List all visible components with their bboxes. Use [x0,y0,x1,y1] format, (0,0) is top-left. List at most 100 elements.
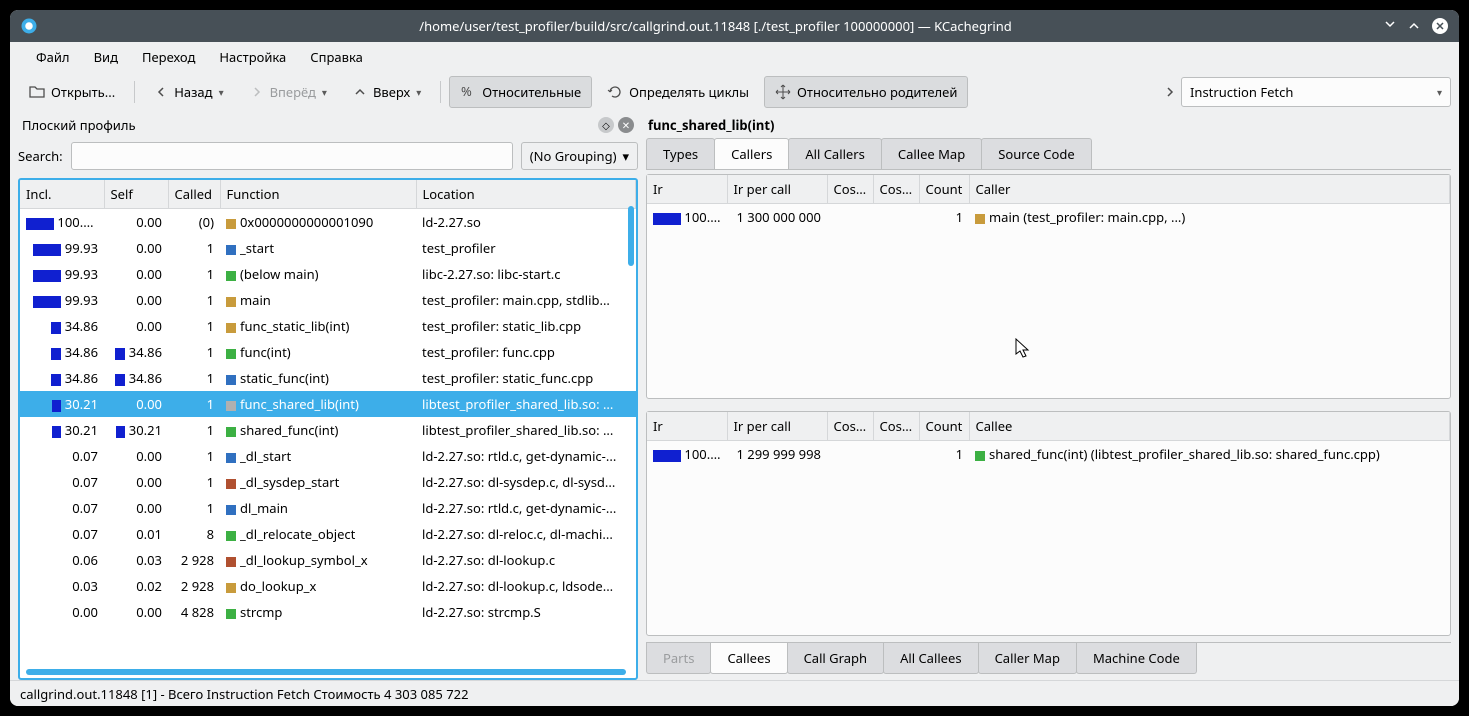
col-cost2[interactable]: Cost 2 [827,412,873,441]
tab-all-callers[interactable]: All Callers [788,138,882,169]
up-label: Вверх [373,83,410,101]
col-called[interactable]: Called [168,180,220,209]
table-row[interactable]: 0.070.001dl_mainld-2.27.so: rtld.c, get-… [20,495,636,521]
tab-parts: Parts [646,643,711,674]
col-caller[interactable]: Caller [969,175,1450,204]
status-text: callgrind.out.11848 [1] - Всего Instruct… [20,685,469,703]
titlebar: /home/user/test_profiler/build/src/callg… [10,10,1459,42]
table-row[interactable]: 99.930.001(below main)libc-2.27.so: libc… [20,261,636,287]
relative-label: Относительные [482,83,581,101]
table-row[interactable]: 0.000.004 828strcmpld-2.27.so: strcmp.S [20,599,636,625]
col-callee[interactable]: Callee [969,412,1450,441]
up-button[interactable]: Вверх ▾ [342,76,432,108]
col-cost2[interactable]: Cost 2 [827,175,873,204]
top-tabs: Types Callers All Callers Callee Map Sou… [646,138,1451,170]
tab-callee-map[interactable]: Callee Map [881,138,982,169]
tab-types[interactable]: Types [646,138,715,169]
percent-icon: % [460,84,476,100]
table-row[interactable]: 34.860.001func_static_lib(int)test_profi… [20,313,636,339]
table-row[interactable]: 100.001 299 999 9981shared_func(int) (li… [647,441,1450,468]
table-row[interactable]: 0.060.032 928_dl_lookup_symbol_xld-2.27.… [20,547,636,573]
rel-parents-label: Относительно родителей [797,83,957,101]
col-count[interactable]: Count [919,412,969,441]
col-cost2b[interactable]: Cost 2 [873,412,919,441]
move-icon [775,84,791,100]
table-row[interactable]: 100.000.00(0)0x0000000000001090ld-2.27.s… [20,209,636,236]
table-row[interactable]: 0.070.001_dl_startld-2.27.so: rtld.c, ge… [20,443,636,469]
menu-help[interactable]: Справка [298,43,375,71]
close-icon[interactable] [1431,17,1449,35]
menu-file[interactable]: Файл [24,43,82,71]
cycles-button[interactable]: Определять циклы [596,76,760,108]
event-combo[interactable]: Instruction Fetch ▾ [1181,77,1451,107]
tab-machine-code[interactable]: Machine Code [1076,643,1197,674]
col-self[interactable]: Self [104,180,168,209]
event-combo-label: Instruction Fetch [1190,83,1293,101]
callees-table: Ir Ir per call Cost 2 Cost 2 Count Calle… [647,412,1450,467]
col-count[interactable]: Count [919,175,969,204]
menu-view[interactable]: Вид [82,43,130,71]
scrollbar-horizontal[interactable] [26,669,626,675]
col-ir-per-call[interactable]: Ir per call [727,412,827,441]
rel-parents-button[interactable]: Относительно родителей [764,76,968,108]
table-row[interactable]: 0.030.022 928do_lookup_xld-2.27.so: dl-l… [20,573,636,599]
open-button[interactable]: Открыть... [18,76,126,108]
statusbar: callgrind.out.11848 [1] - Всего Instruct… [10,680,1459,706]
tab-call-graph[interactable]: Call Graph [787,643,885,674]
open-label: Открыть... [51,83,115,101]
table-row[interactable]: 0.070.018_dl_relocate_objectld-2.27.so: … [20,521,636,547]
table-row[interactable]: 100.001 300 000 0001main (test_profiler:… [647,204,1450,231]
table-row[interactable]: 0.070.001_dl_sysdep_startld-2.27.so: dl-… [20,469,636,495]
table-row[interactable]: 34.86 34.861static_func(int)test_profile… [20,365,636,391]
tab-callees[interactable]: Callees [710,643,787,674]
toolbar: Открыть... Назад ▾ Вперёд ▾ Вверх ▾ % От… [10,72,1459,112]
table-row[interactable]: 30.210.001func_shared_lib(int)libtest_pr… [20,391,636,417]
chevron-left-icon [154,85,168,99]
flat-profile-title: Плоский профиль [22,116,594,134]
search-input[interactable] [71,142,513,170]
folder-icon [29,84,45,100]
col-ir[interactable]: Ir [647,412,727,441]
detach-icon[interactable]: ◇ [598,117,614,133]
menu-settings[interactable]: Настройка [207,43,298,71]
chevron-right-icon[interactable] [1163,85,1177,99]
chevron-down-icon: ▾ [622,147,629,165]
maximize-icon[interactable] [1407,19,1421,33]
col-incl[interactable]: Incl. [20,180,104,209]
table-row[interactable]: 30.21 30.211shared_func(int)libtest_prof… [20,417,636,443]
relative-button[interactable]: % Относительные [449,76,592,108]
back-label: Назад [174,83,212,101]
col-cost2b[interactable]: Cost 2 [873,175,919,204]
chevron-right-icon [250,85,264,99]
chevron-down-icon[interactable]: ▾ [219,85,224,99]
menu-go[interactable]: Переход [130,43,207,71]
table-row[interactable]: 99.930.001maintest_profiler: main.cpp, s… [20,287,636,313]
tab-source-code[interactable]: Source Code [981,138,1092,169]
minimize-icon[interactable] [1383,19,1397,33]
col-ir-per-call[interactable]: Ir per call [727,175,827,204]
scrollbar-vertical[interactable] [628,206,634,266]
forward-label: Вперёд [270,83,316,101]
tab-caller-map[interactable]: Caller Map [978,643,1077,674]
main-window: /home/user/test_profiler/build/src/callg… [10,10,1459,706]
back-button[interactable]: Назад ▾ [143,76,234,108]
table-row[interactable]: 99.930.001_starttest_profiler [20,235,636,261]
table-row[interactable]: 34.86 34.861func(int)test_profiler: func… [20,339,636,365]
bottom-tabs: Parts Callees Call Graph All Callees Cal… [646,642,1451,674]
close-icon[interactable]: ✕ [618,117,634,133]
col-function[interactable]: Function [220,180,416,209]
grouping-label: (No Grouping) [530,147,617,165]
grouping-combo[interactable]: (No Grouping) ▾ [521,142,638,170]
callers-table: Ir Ir per call Cost 2 Cost 2 Count Calle… [647,175,1450,230]
tab-all-callees[interactable]: All Callees [883,643,979,674]
flat-profile-header: Плоский профиль ◇ ✕ [18,112,638,138]
window-title: /home/user/test_profiler/build/src/callg… [48,17,1383,35]
tab-callers[interactable]: Callers [714,138,789,169]
flat-profile-table: Incl. Self Called Function Location 100.… [20,180,636,625]
col-location[interactable]: Location [416,180,636,209]
cycle-icon [607,84,623,100]
chevron-down-icon[interactable]: ▾ [416,85,421,99]
chevron-down-icon: ▾ [1437,85,1442,99]
selected-function-name: func_shared_lib(int) [646,112,1451,138]
col-ir[interactable]: Ir [647,175,727,204]
